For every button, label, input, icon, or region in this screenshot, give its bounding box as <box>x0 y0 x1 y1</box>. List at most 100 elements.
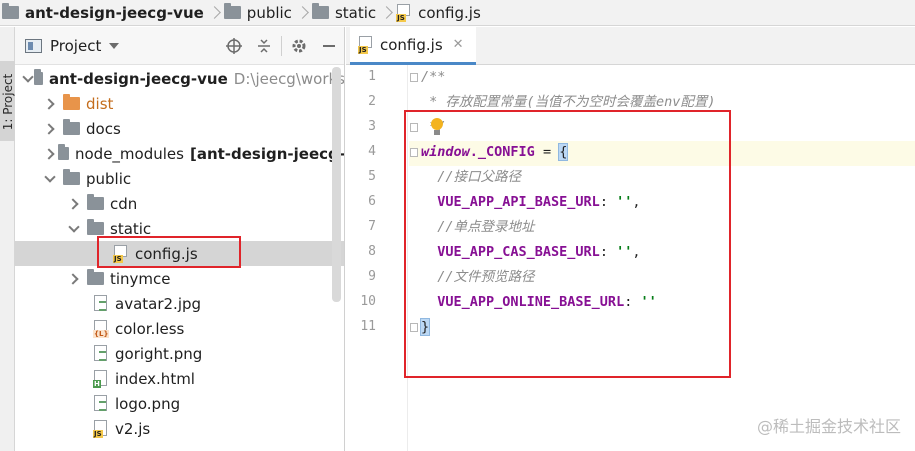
folder-icon <box>34 69 43 85</box>
annotation-box-file <box>97 236 241 268</box>
tree-item-label: tinymce <box>110 269 171 288</box>
tree-item-logo[interactable]: logo.png <box>15 391 344 416</box>
chevron-right-icon[interactable] <box>43 147 52 161</box>
watermark: @稀土掘金技术社区 <box>756 417 901 436</box>
folder-icon <box>87 269 104 285</box>
js-file-icon: JS <box>358 35 374 54</box>
minimize-icon[interactable] <box>314 27 344 65</box>
target-icon[interactable] <box>219 27 249 65</box>
tree-item-label: goright.png <box>115 344 203 363</box>
line-number: 10 <box>360 294 376 309</box>
image-file-icon <box>93 294 109 313</box>
html-file-icon: H <box>93 369 109 388</box>
tree-item-root[interactable]: ant-design-jeecg-vue D:\jeecg\works <box>15 66 345 91</box>
tree-item-goright[interactable]: goright.png <box>15 341 344 366</box>
tree-item-docs[interactable]: docs <box>15 116 344 141</box>
collapse-icon[interactable] <box>249 27 279 65</box>
project-tool-tab[interactable]: 1: Project <box>0 61 15 141</box>
tree-item-path: D:\jeecg\works <box>233 69 345 88</box>
js-file-icon: JS <box>93 419 109 438</box>
breadcrumb-item-file[interactable]: JS config.js <box>396 0 481 25</box>
line-number: 2 <box>368 94 376 109</box>
folder-icon <box>87 194 104 210</box>
folder-icon <box>223 3 241 19</box>
folder-icon <box>63 119 80 135</box>
annotation-box-code <box>404 110 731 378</box>
folder-icon <box>63 94 80 110</box>
chevron-right-icon[interactable] <box>43 97 57 111</box>
tab-config-js[interactable]: JS config.js ✕ <box>350 27 476 65</box>
tree-item-label: logo.png <box>115 394 181 413</box>
breadcrumb-item-root[interactable]: ant-design-jeecg-vue <box>2 0 204 25</box>
breadcrumb: ant-design-jeecg-vue public static JS co… <box>0 0 915 26</box>
js-file-icon: JS <box>396 3 412 22</box>
chevron-down-icon[interactable] <box>67 222 81 236</box>
tree-item-cdn[interactable]: cdn <box>15 191 344 216</box>
folder-icon <box>87 219 104 235</box>
line-number: 3 <box>368 119 376 134</box>
project-view-selector[interactable]: Project <box>50 37 101 55</box>
line-number: 11 <box>360 319 376 334</box>
tree-item-label: static <box>110 219 152 238</box>
project-tool-tab-label: 1: Project <box>1 73 15 131</box>
tree-item-label: cdn <box>110 194 138 213</box>
tree-item-label: node_modules <box>75 144 184 163</box>
code-line-1: /** <box>421 69 446 85</box>
editor-tab-bar: JS config.js ✕ <box>346 27 915 65</box>
folder-icon <box>63 169 80 185</box>
tree-item-index-html[interactable]: H index.html <box>15 366 344 391</box>
tree-item-public[interactable]: public <box>15 166 344 191</box>
panel-toolbar <box>219 27 344 65</box>
image-file-icon <box>93 394 109 413</box>
tree-item-node-modules[interactable]: node_modules [ant-design-jeecg- <box>15 141 345 166</box>
close-icon[interactable]: ✕ <box>453 37 464 52</box>
tree-item-v2-js[interactable]: JS v2.js <box>15 416 344 441</box>
chevron-down-icon[interactable] <box>43 172 57 186</box>
line-number: 4 <box>368 144 376 159</box>
chevron-down-icon[interactable] <box>109 42 120 49</box>
chevron-right-icon <box>210 6 218 20</box>
chevron-down-icon[interactable] <box>21 72 28 86</box>
project-panel-header: Project <box>15 27 344 65</box>
folder-icon <box>311 3 329 19</box>
breadcrumb-item-public[interactable]: public <box>223 0 292 25</box>
tree-scrollbar[interactable] <box>332 67 341 302</box>
line-number: 9 <box>368 269 376 284</box>
line-number-gutter: 1 2 3 4 5 6 7 8 9 10 11 <box>346 65 408 451</box>
line-number: 7 <box>368 219 376 234</box>
tree-item-tinymce[interactable]: tinymce <box>15 266 344 291</box>
breadcrumb-label: public <box>246 3 292 22</box>
tree-item-avatar2[interactable]: avatar2.jpg <box>15 291 344 316</box>
tree-item-label: public <box>86 169 132 188</box>
tree-item-label: docs <box>86 119 121 138</box>
tool-window-strip: 1: Project <box>0 27 15 451</box>
chevron-right-icon <box>382 6 390 20</box>
gear-icon[interactable] <box>284 27 314 65</box>
tree-item-label: color.less <box>115 319 185 338</box>
tree-item-dist[interactable]: dist <box>15 91 344 116</box>
tree-item-label: avatar2.jpg <box>115 294 202 313</box>
breadcrumb-label: config.js <box>418 3 481 22</box>
tree-item-label: dist <box>86 94 114 113</box>
line-number: 8 <box>368 244 376 259</box>
fold-marker-icon[interactable] <box>410 73 418 82</box>
image-file-icon <box>93 344 109 363</box>
line-number: 6 <box>368 194 376 209</box>
chevron-right-icon[interactable] <box>43 122 57 136</box>
folder-icon <box>2 3 19 19</box>
project-icon <box>25 38 42 53</box>
chevron-right-icon[interactable] <box>67 272 81 286</box>
tree-item-label: v2.js <box>115 419 151 438</box>
tree-item-color-less[interactable]: {L} color.less <box>15 316 344 341</box>
line-number: 1 <box>368 69 376 84</box>
breadcrumb-label: static <box>334 3 377 22</box>
breadcrumb-item-static[interactable]: static <box>311 0 377 25</box>
tree-item-label: ant-design-jeecg-vue <box>48 69 228 88</box>
breadcrumb-label: ant-design-jeecg-vue <box>25 3 204 22</box>
tree-item-label: index.html <box>115 369 195 388</box>
chevron-right-icon[interactable] <box>67 197 81 211</box>
line-number: 5 <box>368 169 376 184</box>
folder-icon <box>58 144 69 160</box>
tree-item-library-note: [ant-design-jeecg- <box>189 144 345 163</box>
less-file-icon: {L} <box>93 319 110 338</box>
